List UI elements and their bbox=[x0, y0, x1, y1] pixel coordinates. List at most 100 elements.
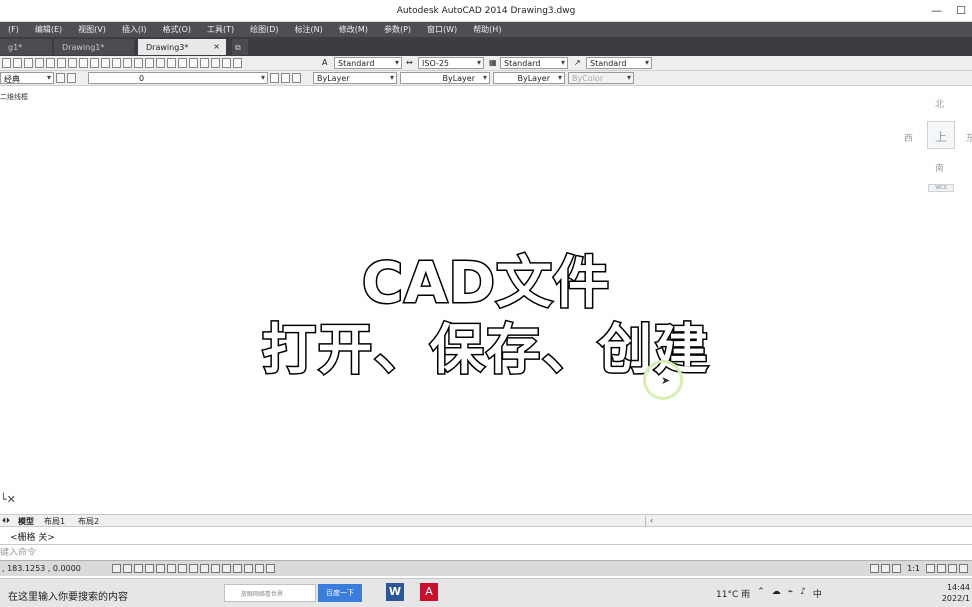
menu-modify[interactable]: 修改(M) bbox=[331, 24, 376, 35]
volume-icon[interactable]: ♪ bbox=[800, 587, 806, 600]
tab-drawing-prev[interactable]: g1* bbox=[0, 39, 52, 55]
help-icon[interactable] bbox=[233, 58, 242, 68]
menu-dimension[interactable]: 标注(N) bbox=[287, 24, 331, 35]
quick-view-icon[interactable] bbox=[881, 564, 891, 573]
menu-format[interactable]: 格式(O) bbox=[154, 24, 199, 35]
snap-icon[interactable] bbox=[123, 564, 132, 573]
lock-icon[interactable] bbox=[948, 564, 957, 573]
osnap-icon[interactable] bbox=[167, 564, 176, 573]
dim-style-select[interactable]: ISO-25 bbox=[418, 57, 484, 69]
ortho-icon[interactable] bbox=[145, 564, 154, 573]
viewcube-east[interactable]: 东 bbox=[966, 131, 972, 144]
viewcube-south[interactable]: 南 bbox=[935, 161, 944, 174]
model-icon[interactable] bbox=[870, 564, 880, 573]
save-icon[interactable] bbox=[24, 58, 33, 68]
maximize-button[interactable]: ☐ bbox=[956, 4, 966, 17]
match-icon[interactable] bbox=[90, 58, 99, 68]
am-icon[interactable] bbox=[266, 564, 275, 573]
command-input[interactable]: 键入命令 bbox=[0, 544, 972, 558]
baidu-search-input[interactable]: 放眼网络看世界 bbox=[224, 584, 316, 602]
coordinates-readout[interactable]: , 183.1253 , 0.0000 bbox=[2, 564, 81, 573]
zoom-window-icon[interactable] bbox=[145, 58, 154, 68]
layer-select[interactable]: 0 bbox=[88, 72, 268, 84]
copy-icon[interactable] bbox=[68, 58, 77, 68]
annotation-scale[interactable]: 1:1 bbox=[907, 564, 920, 573]
linetype-select[interactable]: ByLayer bbox=[400, 72, 490, 84]
open-icon[interactable] bbox=[13, 58, 22, 68]
dyn-icon[interactable] bbox=[211, 564, 220, 573]
preview-icon[interactable] bbox=[46, 58, 55, 68]
clock[interactable]: 14:44 2022/1 bbox=[942, 582, 970, 604]
design-center-icon[interactable] bbox=[178, 58, 187, 68]
menu-parametric[interactable]: 参数(P) bbox=[376, 24, 419, 35]
infer-icon[interactable] bbox=[112, 564, 121, 573]
menu-window[interactable]: 窗口(W) bbox=[419, 24, 465, 35]
lwt-icon[interactable] bbox=[222, 564, 231, 573]
paste-icon[interactable] bbox=[79, 58, 88, 68]
clean-screen-icon[interactable] bbox=[959, 564, 968, 573]
new-icon[interactable] bbox=[2, 58, 11, 68]
taskbar-search[interactable]: 在这里输入你要搜索的内容 bbox=[8, 588, 128, 603]
sheet-set-icon[interactable] bbox=[200, 58, 209, 68]
plot-icon[interactable] bbox=[35, 58, 44, 68]
layout-nav-icon[interactable]: ⏴⏵ bbox=[2, 516, 10, 526]
otrack-icon[interactable] bbox=[189, 564, 198, 573]
workspace-settings-icon[interactable] bbox=[56, 73, 65, 83]
viewport-visual-style[interactable]: 二维线框 bbox=[0, 92, 28, 102]
3dosnap-icon[interactable] bbox=[178, 564, 187, 573]
text-style-select[interactable]: Standard bbox=[334, 57, 402, 69]
wcs-menu[interactable]: WCS bbox=[928, 184, 954, 192]
sc-icon[interactable] bbox=[255, 564, 264, 573]
new-tab-icon[interactable]: ⧉ bbox=[232, 39, 248, 55]
menu-view[interactable]: 视图(V) bbox=[70, 24, 114, 35]
color-select[interactable]: ByLayer bbox=[313, 72, 397, 84]
layer-state-icon[interactable] bbox=[292, 73, 301, 83]
tab-layout2[interactable]: 布局2 bbox=[78, 516, 99, 527]
grid-icon[interactable] bbox=[134, 564, 143, 573]
workspace-select[interactable]: 经典 bbox=[0, 72, 54, 84]
cut-icon[interactable] bbox=[57, 58, 66, 68]
weather-widget[interactable]: 11°C 雨 bbox=[716, 587, 750, 600]
viewcube-west[interactable]: 西 bbox=[904, 131, 913, 144]
tab-model[interactable]: 模型 bbox=[18, 516, 34, 527]
cloud-icon[interactable]: ☁ bbox=[772, 587, 781, 600]
zoom-icon[interactable] bbox=[134, 58, 143, 68]
tool-palettes-icon[interactable] bbox=[189, 58, 198, 68]
tab-drawing3[interactable]: Drawing3* × bbox=[138, 39, 226, 55]
viewcube-north[interactable]: 北 bbox=[935, 97, 944, 110]
menu-edit[interactable]: 编辑(E) bbox=[27, 24, 70, 35]
lineweight-select[interactable]: ByLayer bbox=[493, 72, 565, 84]
minimize-button[interactable]: — bbox=[931, 4, 942, 17]
layer-previous-icon[interactable] bbox=[281, 73, 290, 83]
properties-icon[interactable] bbox=[167, 58, 176, 68]
annotation-visibility-icon[interactable] bbox=[926, 564, 935, 573]
ime-indicator[interactable]: 中 bbox=[813, 587, 822, 600]
plotstyle-select[interactable]: ByColor bbox=[568, 72, 634, 84]
undo-icon[interactable] bbox=[101, 58, 110, 68]
autocad-app-icon[interactable]: A bbox=[420, 583, 438, 601]
close-icon[interactable]: × bbox=[213, 42, 220, 51]
pan-status-icon[interactable] bbox=[892, 564, 902, 573]
redo-icon[interactable] bbox=[112, 58, 121, 68]
qp-icon[interactable] bbox=[244, 564, 253, 573]
word-app-icon[interactable]: W bbox=[386, 583, 404, 601]
ducs-icon[interactable] bbox=[200, 564, 209, 573]
table-style-select[interactable]: Standard bbox=[500, 57, 568, 69]
baidu-search-button[interactable]: 百度一下 bbox=[318, 584, 362, 602]
markup-icon[interactable] bbox=[211, 58, 220, 68]
pan-icon[interactable] bbox=[123, 58, 132, 68]
network-icon[interactable]: ⌁ bbox=[788, 587, 793, 600]
horizontal-scrollbar[interactable]: ‹ bbox=[645, 516, 972, 526]
viewcube-top-face[interactable]: 上 bbox=[927, 121, 955, 149]
menu-tools[interactable]: 工具(T) bbox=[199, 24, 242, 35]
menu-draw[interactable]: 绘图(D) bbox=[242, 24, 286, 35]
chevron-up-icon[interactable]: ⌃ bbox=[757, 587, 765, 600]
menu-help[interactable]: 帮助(H) bbox=[465, 24, 509, 35]
quickcalc-icon[interactable] bbox=[222, 58, 231, 68]
viewcube[interactable]: 北 西 上 南 东 WCS bbox=[900, 95, 972, 195]
zoom-prev-icon[interactable] bbox=[156, 58, 165, 68]
multileader-style-select[interactable]: Standard bbox=[586, 57, 652, 69]
tab-drawing1[interactable]: Drawing1* bbox=[54, 39, 134, 55]
menu-file[interactable]: (F) bbox=[0, 25, 27, 34]
tpy-icon[interactable] bbox=[233, 564, 242, 573]
